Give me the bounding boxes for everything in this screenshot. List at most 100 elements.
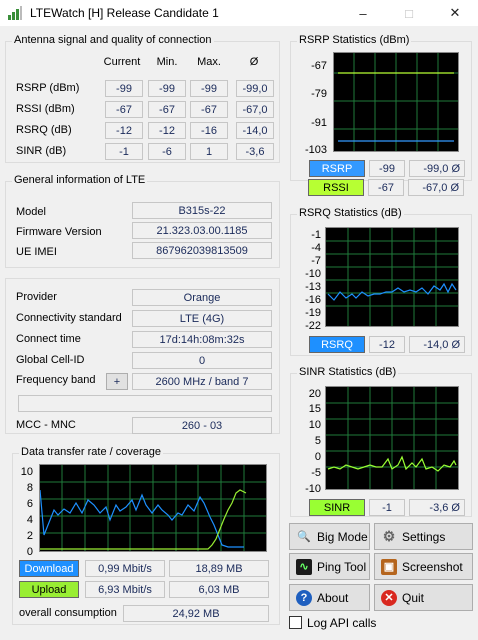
screenshot-icon: ▣ [381, 558, 397, 575]
extra-info-field [18, 395, 272, 412]
rsrp-ytick: -103 [304, 144, 327, 156]
overall-value: 24,92 MB [123, 605, 269, 622]
standard-value: LTE (4G) [132, 310, 272, 327]
rsrq-current: -12 [105, 122, 143, 139]
sinr-chart [325, 386, 459, 490]
model-label: Model [16, 206, 46, 218]
rssi-stat-current: -67 [368, 179, 404, 196]
rssi-max: -67 [190, 101, 228, 118]
sinr-stats-title: SINR Statistics (dB) [297, 366, 399, 378]
rsrp-legend: RSRP [309, 160, 365, 177]
ping-tool-button[interactable]: ∿ Ping Tool [289, 553, 370, 580]
settings-button[interactable]: ⚙ Settings [374, 523, 473, 550]
rsrq-avg: -14,0 [236, 122, 274, 139]
provider-group: Provider Orange Connectivity standard LT… [5, 278, 280, 434]
provider-value: Orange [132, 289, 272, 306]
cell-id-label: Global Cell-ID [16, 354, 85, 366]
rsrp-avg: -99,0 [236, 80, 274, 97]
rsrq-ytick: -16 [305, 294, 321, 306]
firmware-value: 21.323.03.00.1185 [132, 222, 272, 239]
sinr-current: -1 [105, 143, 143, 160]
sinr-max: 1 [190, 143, 228, 160]
settings-label: Settings [402, 529, 446, 544]
rssi-current: -67 [105, 101, 143, 118]
sinr-label: SINR (dB) [16, 145, 67, 157]
big-mode-button[interactable]: 🔍 Big Mode [289, 523, 370, 550]
minimize-icon[interactable]: – [340, 0, 386, 26]
col-header-current: Current [103, 56, 141, 68]
quit-button[interactable]: ✕ Quit [374, 584, 473, 611]
standard-label: Connectivity standard [16, 312, 122, 324]
band-expand-button[interactable]: + [106, 373, 128, 390]
magnifier-icon: 🔍 [297, 531, 311, 543]
big-mode-label: Big Mode [317, 529, 368, 544]
rsrp-stat-avg: -99,0 Ø [409, 160, 465, 177]
quit-label: Quit [402, 590, 425, 605]
rsrq-stats-title: RSRQ Statistics (dB) [297, 207, 404, 219]
log-api-checkbox[interactable] [289, 616, 302, 629]
window-title: LTEWatch [H] Release Candidate 1 [30, 6, 219, 20]
rsrq-min: -12 [148, 122, 186, 139]
general-info-title: General information of LTE [12, 174, 148, 186]
rsrq-stats-group: RSRQ Statistics (dB) -1 -4 -7 -10 -13 -1… [290, 207, 472, 356]
sinr-stats-group: SINR Statistics (dB) 20 15 10 5 0 -5 -10… [290, 366, 472, 517]
mcc-mnc-label: MCC - MNC [16, 419, 76, 431]
rsrq-stat-avg: -14,0 Ø [409, 336, 465, 353]
sinr-ytick: 5 [314, 435, 321, 447]
download-total: 18,89 MB [169, 560, 269, 577]
cell-id-value: 0 [132, 352, 272, 369]
overall-label: overall consumption [19, 607, 117, 619]
sinr-ytick: 0 [314, 451, 321, 463]
general-info-group: General information of LTE Model B315s-2… [5, 174, 280, 268]
imei-value: 867962039813509 [132, 242, 272, 259]
transfer-title: Data transfer rate / coverage [19, 446, 164, 458]
rssi-min: -67 [148, 101, 186, 118]
rsrq-ytick: -7 [311, 255, 321, 267]
rsrq-max: -16 [190, 122, 228, 139]
antenna-group-title: Antenna signal and quality of connection [12, 34, 214, 46]
ping-chart-icon: ∿ [296, 558, 312, 575]
log-api-label: Log API calls [307, 616, 377, 630]
rsrq-stat-current: -12 [369, 336, 405, 353]
rssi-label: RSSI (dBm) [16, 103, 75, 115]
rsrq-label: RSRQ (dB) [16, 124, 72, 136]
frequency-band-label: Frequency band [16, 374, 96, 386]
rsrp-max: -99 [190, 80, 228, 97]
maximize-icon[interactable]: □ [386, 0, 432, 26]
transfer-ytick: 4 [26, 514, 33, 526]
provider-label: Provider [16, 291, 57, 303]
upload-total: 6,03 MB [169, 581, 269, 598]
rsrq-ytick: -1 [311, 229, 321, 241]
download-rate: 0,99 Mbit/s [85, 560, 165, 577]
rsrp-chart [333, 52, 459, 152]
rssi-avg: -67,0 [236, 101, 274, 118]
download-legend: Download [19, 560, 79, 577]
rssi-stat-avg: -67,0 Ø [408, 179, 464, 196]
frequency-band-value: 2600 MHz / band 7 [132, 373, 272, 390]
rsrp-ytick: -79 [311, 88, 327, 100]
sinr-min: -6 [148, 143, 186, 160]
screenshot-button[interactable]: ▣ Screenshot [374, 553, 473, 580]
title-bar: LTEWatch [H] Release Candidate 1 – □ ✕ [0, 0, 478, 26]
sinr-ytick: 15 [308, 403, 321, 415]
imei-label: UE IMEI [16, 246, 57, 258]
client-area: Antenna signal and quality of connection… [0, 26, 478, 640]
rsrq-ytick: -22 [305, 320, 321, 332]
close-icon[interactable]: ✕ [432, 0, 478, 26]
transfer-ytick: 2 [26, 530, 33, 542]
rsrp-stats-title: RSRP Statistics (dBm) [297, 34, 412, 46]
about-button[interactable]: ? About [289, 584, 370, 611]
sinr-ytick: -5 [311, 467, 321, 479]
ping-tool-label: Ping Tool [317, 559, 367, 574]
rsrp-ytick: -91 [311, 117, 327, 129]
rsrp-label: RSRP (dBm) [16, 82, 80, 94]
rsrp-stat-current: -99 [369, 160, 405, 177]
rsrq-ytick: -13 [305, 281, 321, 293]
about-label: About [317, 590, 349, 605]
upload-rate: 6,93 Mbit/s [85, 581, 165, 598]
connect-time-value: 17d:14h:08m:32s [132, 331, 272, 348]
upload-legend: Upload [19, 581, 79, 598]
rsrq-ytick: -4 [311, 242, 321, 254]
help-icon: ? [296, 589, 312, 606]
col-header-avg: Ø [249, 56, 259, 68]
